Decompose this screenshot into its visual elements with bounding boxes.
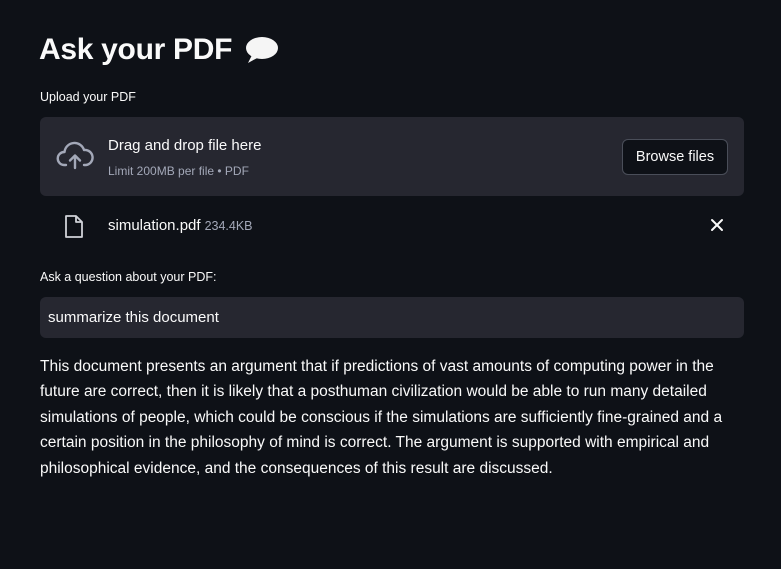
speech-bubble-icon	[246, 37, 279, 63]
uploaded-file-row: simulation.pdf 234.4KB	[40, 207, 744, 245]
uploaded-file-name: simulation.pdf 234.4KB	[108, 217, 253, 234]
browse-files-button[interactable]: Browse files	[622, 139, 728, 175]
page-title-text: Ask your PDF	[39, 33, 233, 66]
cloud-upload-icon	[56, 141, 94, 170]
upload-label: Upload your PDF	[40, 90, 136, 104]
app-page: Ask your PDF Upload your PDF Drag and dr…	[0, 0, 781, 569]
file-name-text: simulation.pdf	[108, 217, 201, 234]
answer-text: This document presents an argument that …	[40, 358, 723, 477]
file-dropzone[interactable]: Drag and drop file here Limit 200MB per …	[40, 117, 744, 196]
file-size: 234.4KB	[204, 219, 253, 233]
close-icon[interactable]	[710, 218, 724, 232]
page-title: Ask your PDF	[39, 30, 280, 70]
question-label: Ask a question about your PDF:	[40, 270, 217, 284]
file-icon	[65, 215, 83, 238]
dropzone-title: Drag and drop file here	[108, 137, 262, 154]
question-input[interactable]	[40, 297, 744, 338]
dropzone-limit: Limit 200MB per file • PDF	[108, 164, 249, 178]
